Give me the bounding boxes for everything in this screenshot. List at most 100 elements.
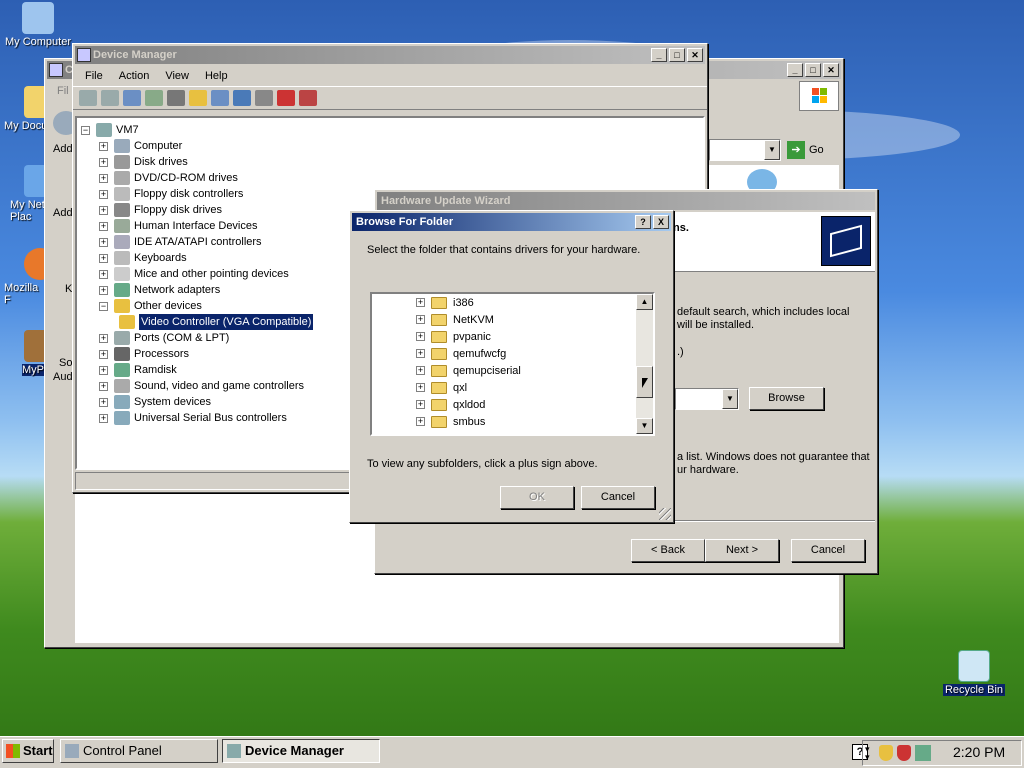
security-alert-icon[interactable] <box>897 745 911 761</box>
tree-item[interactable]: + Ramdisk <box>81 362 313 378</box>
tree-item[interactable]: + Ports (COM & LPT) <box>81 330 313 346</box>
help-icon[interactable] <box>189 90 207 106</box>
chevron-down-icon[interactable]: ▼ <box>764 140 780 160</box>
network-tray-icon[interactable] <box>915 745 931 761</box>
resize-grip-icon[interactable] <box>659 508 671 520</box>
desktop-icon-firefox[interactable]: Mozilla F <box>0 248 56 306</box>
menu-help[interactable]: Help <box>197 68 236 84</box>
back-icon[interactable] <box>79 90 97 106</box>
back-button[interactable]: < Back <box>631 539 705 562</box>
wizard-titlebar[interactable]: Hardware Update Wizard <box>377 192 875 210</box>
expand-icon[interactable]: + <box>99 333 108 343</box>
desktop-icon-network[interactable]: My Net Plac <box>0 165 56 223</box>
security-shield-icon[interactable] <box>879 745 893 761</box>
expand-icon[interactable]: + <box>99 141 108 151</box>
cancel-button[interactable]: Cancel <box>791 539 865 562</box>
expand-icon[interactable]: + <box>416 366 425 375</box>
tree-item[interactable]: + Disk drives <box>81 154 313 170</box>
expand-icon[interactable]: + <box>416 315 425 324</box>
taskbar-item-control-panel[interactable]: Control Panel <box>60 739 218 763</box>
expand-icon[interactable]: + <box>416 349 425 358</box>
minimize-button[interactable]: _ <box>787 63 803 77</box>
menu-action[interactable]: Action <box>111 68 158 84</box>
maximize-button[interactable]: □ <box>669 48 685 62</box>
close-button[interactable]: ✕ <box>823 63 839 77</box>
tree-item[interactable]: + Universal Serial Bus controllers <box>81 410 313 426</box>
close-button[interactable]: ✕ <box>687 48 703 62</box>
scan-hardware-icon[interactable] <box>233 90 251 106</box>
expand-icon[interactable]: + <box>99 397 108 407</box>
expand-icon[interactable]: + <box>99 173 108 183</box>
browse-button[interactable]: Browse <box>749 387 824 410</box>
expand-icon[interactable]: + <box>99 237 108 247</box>
tree-item[interactable]: + Keyboards <box>81 250 313 266</box>
address-dropdown[interactable]: ▼ <box>709 139 781 161</box>
tree-item[interactable]: + Network adapters <box>81 282 313 298</box>
forward-icon[interactable] <box>101 90 119 106</box>
tree-item[interactable]: + Processors <box>81 346 313 362</box>
menu-file[interactable]: File <box>77 68 111 84</box>
expand-icon[interactable]: + <box>99 157 108 167</box>
ok-button[interactable]: OK <box>500 486 574 509</box>
expand-icon[interactable]: + <box>416 417 425 426</box>
chevron-down-icon[interactable]: ▼ <box>722 389 738 409</box>
close-button[interactable]: X <box>653 215 669 229</box>
properties-icon[interactable] <box>145 90 163 106</box>
folder-item[interactable]: + qxldod <box>416 396 521 413</box>
view-icon[interactable] <box>211 90 229 106</box>
clock[interactable]: 2:20 PM <box>953 744 1005 760</box>
show-hide-tree-icon[interactable] <box>123 90 141 106</box>
disable-icon[interactable] <box>299 90 317 106</box>
folder-item[interactable]: + NetKVM <box>416 311 521 328</box>
expand-icon[interactable]: + <box>99 285 108 295</box>
tree-item[interactable]: − Other devices <box>81 298 313 314</box>
uninstall-icon[interactable] <box>277 90 295 106</box>
tree-item[interactable]: + Mice and other pointing devices <box>81 266 313 282</box>
next-button[interactable]: Next > <box>705 539 779 562</box>
folder-item[interactable]: + qemufwcfg <box>416 345 521 362</box>
go-button[interactable]: ➔ Go <box>787 141 824 159</box>
expand-icon[interactable]: + <box>416 400 425 409</box>
maximize-button[interactable]: □ <box>805 63 821 77</box>
expand-icon[interactable]: + <box>99 413 108 423</box>
expand-icon[interactable]: + <box>99 269 108 279</box>
desktop-icon-my-computer[interactable]: My Computer <box>2 2 74 48</box>
tree-item[interactable]: + Floppy disk controllers <box>81 186 313 202</box>
expand-icon[interactable]: + <box>416 383 425 392</box>
desktop-icon-app[interactable]: MyP <box>0 330 56 376</box>
expand-icon[interactable]: + <box>99 365 108 375</box>
desktop-icon-recycle-bin[interactable]: Recycle Bin <box>938 650 1010 696</box>
tree-item[interactable]: Video Controller (VGA Compatible) <box>81 314 314 330</box>
expand-icon[interactable]: + <box>416 332 425 341</box>
help-button[interactable]: ? <box>635 215 651 229</box>
tree-item[interactable]: + IDE ATA/ATAPI controllers <box>81 234 313 250</box>
menu-view[interactable]: View <box>157 68 197 84</box>
tree-item[interactable]: + System devices <box>81 394 313 410</box>
folder-item[interactable]: + qemupciserial <box>416 362 521 379</box>
location-combo[interactable]: ▼ <box>675 388 739 410</box>
expand-icon[interactable]: + <box>99 349 108 359</box>
tree-root[interactable]: − VM7 <box>81 122 313 138</box>
tree-item[interactable]: + DVD/CD-ROM drives <box>81 170 313 186</box>
expand-icon[interactable]: + <box>99 381 108 391</box>
taskbar-item-device-manager[interactable]: Device Manager <box>222 739 380 763</box>
tree-item[interactable]: + Human Interface Devices <box>81 218 313 234</box>
expand-icon[interactable]: + <box>99 221 108 231</box>
expand-icon[interactable]: + <box>99 189 108 199</box>
print-icon[interactable] <box>167 90 185 106</box>
folder-item[interactable]: + i386 <box>416 294 521 311</box>
folder-item[interactable]: + smbus <box>416 413 521 430</box>
cancel-button[interactable]: Cancel <box>581 486 655 509</box>
scroll-up-icon[interactable]: ▲ <box>636 294 653 310</box>
tray-chevron-icon[interactable]: ▾ ▾ <box>865 745 873 762</box>
folder-item[interactable]: + qxl <box>416 379 521 396</box>
update-driver-icon[interactable] <box>255 90 273 106</box>
minimize-button[interactable]: _ <box>651 48 667 62</box>
start-button[interactable]: Start <box>2 739 54 763</box>
folder-item[interactable]: + pvpanic <box>416 328 521 345</box>
collapse-icon[interactable]: − <box>81 125 90 135</box>
vertical-scrollbar[interactable]: ▲ ▼ <box>636 294 653 434</box>
tree-item[interactable]: + Sound, video and game controllers <box>81 378 313 394</box>
scroll-down-icon[interactable]: ▼ <box>636 418 653 434</box>
tree-item[interactable]: + Floppy disk drives <box>81 202 313 218</box>
